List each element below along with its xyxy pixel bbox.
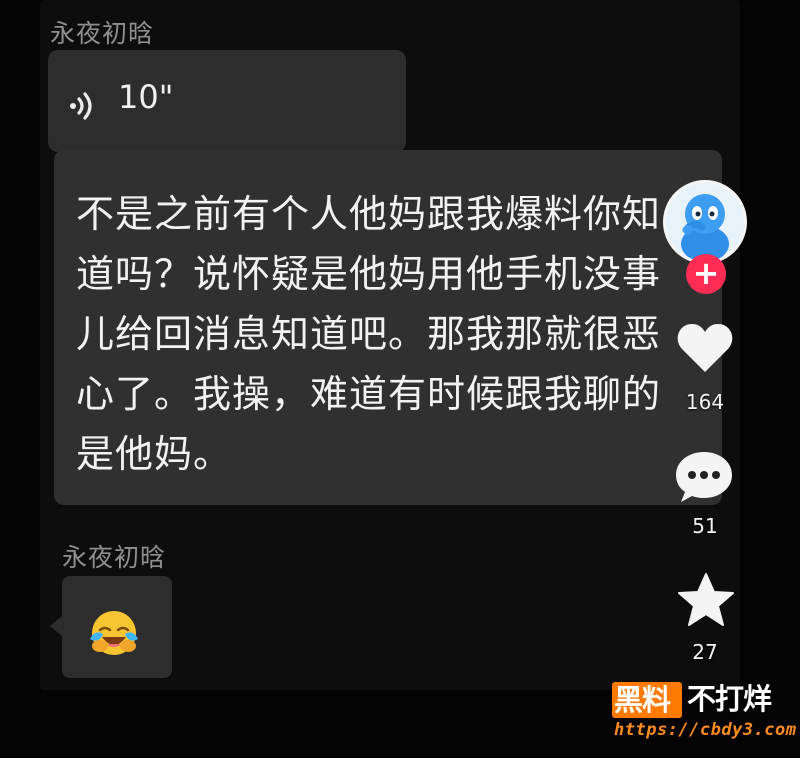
watermark-logo-box: 黑料: [612, 682, 682, 718]
comment-count: 51: [692, 514, 718, 538]
avatar-image: [666, 183, 744, 261]
message-line: 心了。我操，难道有时候跟我聊的: [76, 372, 662, 416]
message-line: 儿给回消息知道吧。那我那就很恶: [76, 312, 662, 356]
creator-avatar[interactable]: [663, 180, 747, 264]
message-line: 道吗？说怀疑是他妈用他手机没事: [76, 252, 662, 296]
message-line: 不是之前有个人他妈跟我爆料你知: [76, 192, 662, 236]
emoji-message-bubble[interactable]: [50, 576, 172, 678]
star-icon[interactable]: [676, 572, 736, 628]
follow-button[interactable]: +: [686, 254, 726, 294]
watermark: 黑料 不打烊 https://cbdy3.com: [612, 680, 796, 748]
comment-icon[interactable]: [674, 448, 734, 504]
favorite-count: 27: [692, 640, 718, 664]
sender-name: 永夜初晗: [62, 543, 167, 572]
text-message-bubble[interactable]: 不是之前有个人他妈跟我爆料你知 道吗？说怀疑是他妈用他手机没事 儿给回消息知道吧…: [54, 150, 722, 505]
watermark-logo: 黑料: [614, 683, 671, 717]
heart-icon[interactable]: [675, 320, 735, 376]
crying-laughing-emoji-icon: [90, 611, 138, 655]
video-frame: 永夜初晗 10" 不是之前有个人他妈跟我爆料你知 道吗？说怀疑是他妈用他手机没事…: [0, 0, 800, 758]
sender-name: 永夜初晗: [50, 19, 155, 48]
message-line: 是他妈。: [76, 432, 233, 476]
watermark-url: https://cbdy3.com: [614, 720, 797, 740]
voice-wave-icon: [70, 92, 92, 120]
voice-duration: 10": [118, 78, 174, 116]
watermark-tagline: 不打烊: [687, 682, 772, 716]
like-count: 164: [685, 390, 725, 414]
voice-message-bubble[interactable]: 10": [48, 50, 406, 152]
